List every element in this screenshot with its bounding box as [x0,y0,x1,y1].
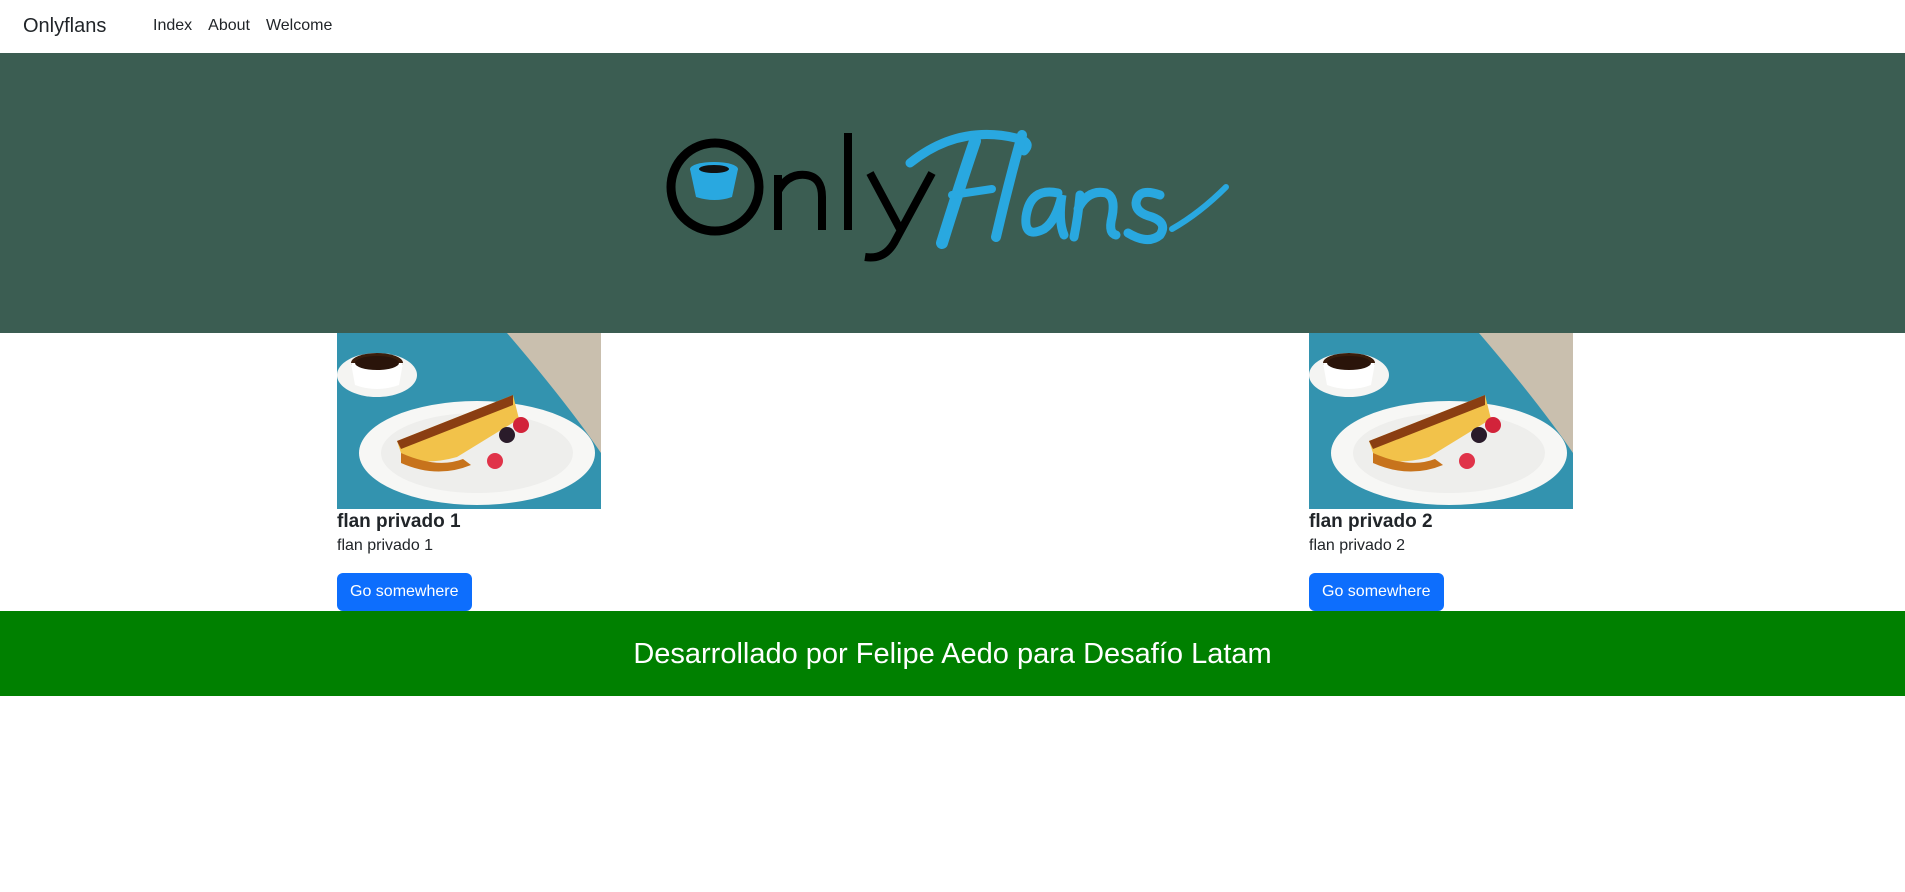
card-flan-2: flan privado 2 flan privado 2 Go somewhe… [1309,333,1573,611]
flan-image [337,333,601,509]
footer: Desarrollado por Felipe Aedo para Desafí… [0,611,1905,696]
card-title: flan privado 1 [337,511,461,532]
navbar: Onlyflans Index About Welcome [0,0,1905,53]
brand-link[interactable]: Onlyflans [23,13,106,39]
card-text: flan privado 2 [1309,537,1406,554]
card-text: flan privado 1 [337,537,434,554]
card-flan-1: flan privado 1 flan privado 1 Go somewhe… [337,333,601,611]
go-somewhere-button[interactable]: Go somewhere [337,573,472,611]
flan-image [1309,333,1573,509]
nav-link-index[interactable]: Index [153,15,192,37]
hero-banner [0,53,1905,333]
nav-link-about[interactable]: About [208,15,250,37]
go-somewhere-button[interactable]: Go somewhere [1309,573,1444,611]
footer-credit-text: Desarrollado por Felipe Aedo para Desafí… [633,637,1272,670]
onlyflans-logo [666,130,1229,262]
nav-link-welcome[interactable]: Welcome [266,15,332,37]
card-title: flan privado 2 [1309,511,1433,532]
nav-links: Index About Welcome [153,15,348,37]
